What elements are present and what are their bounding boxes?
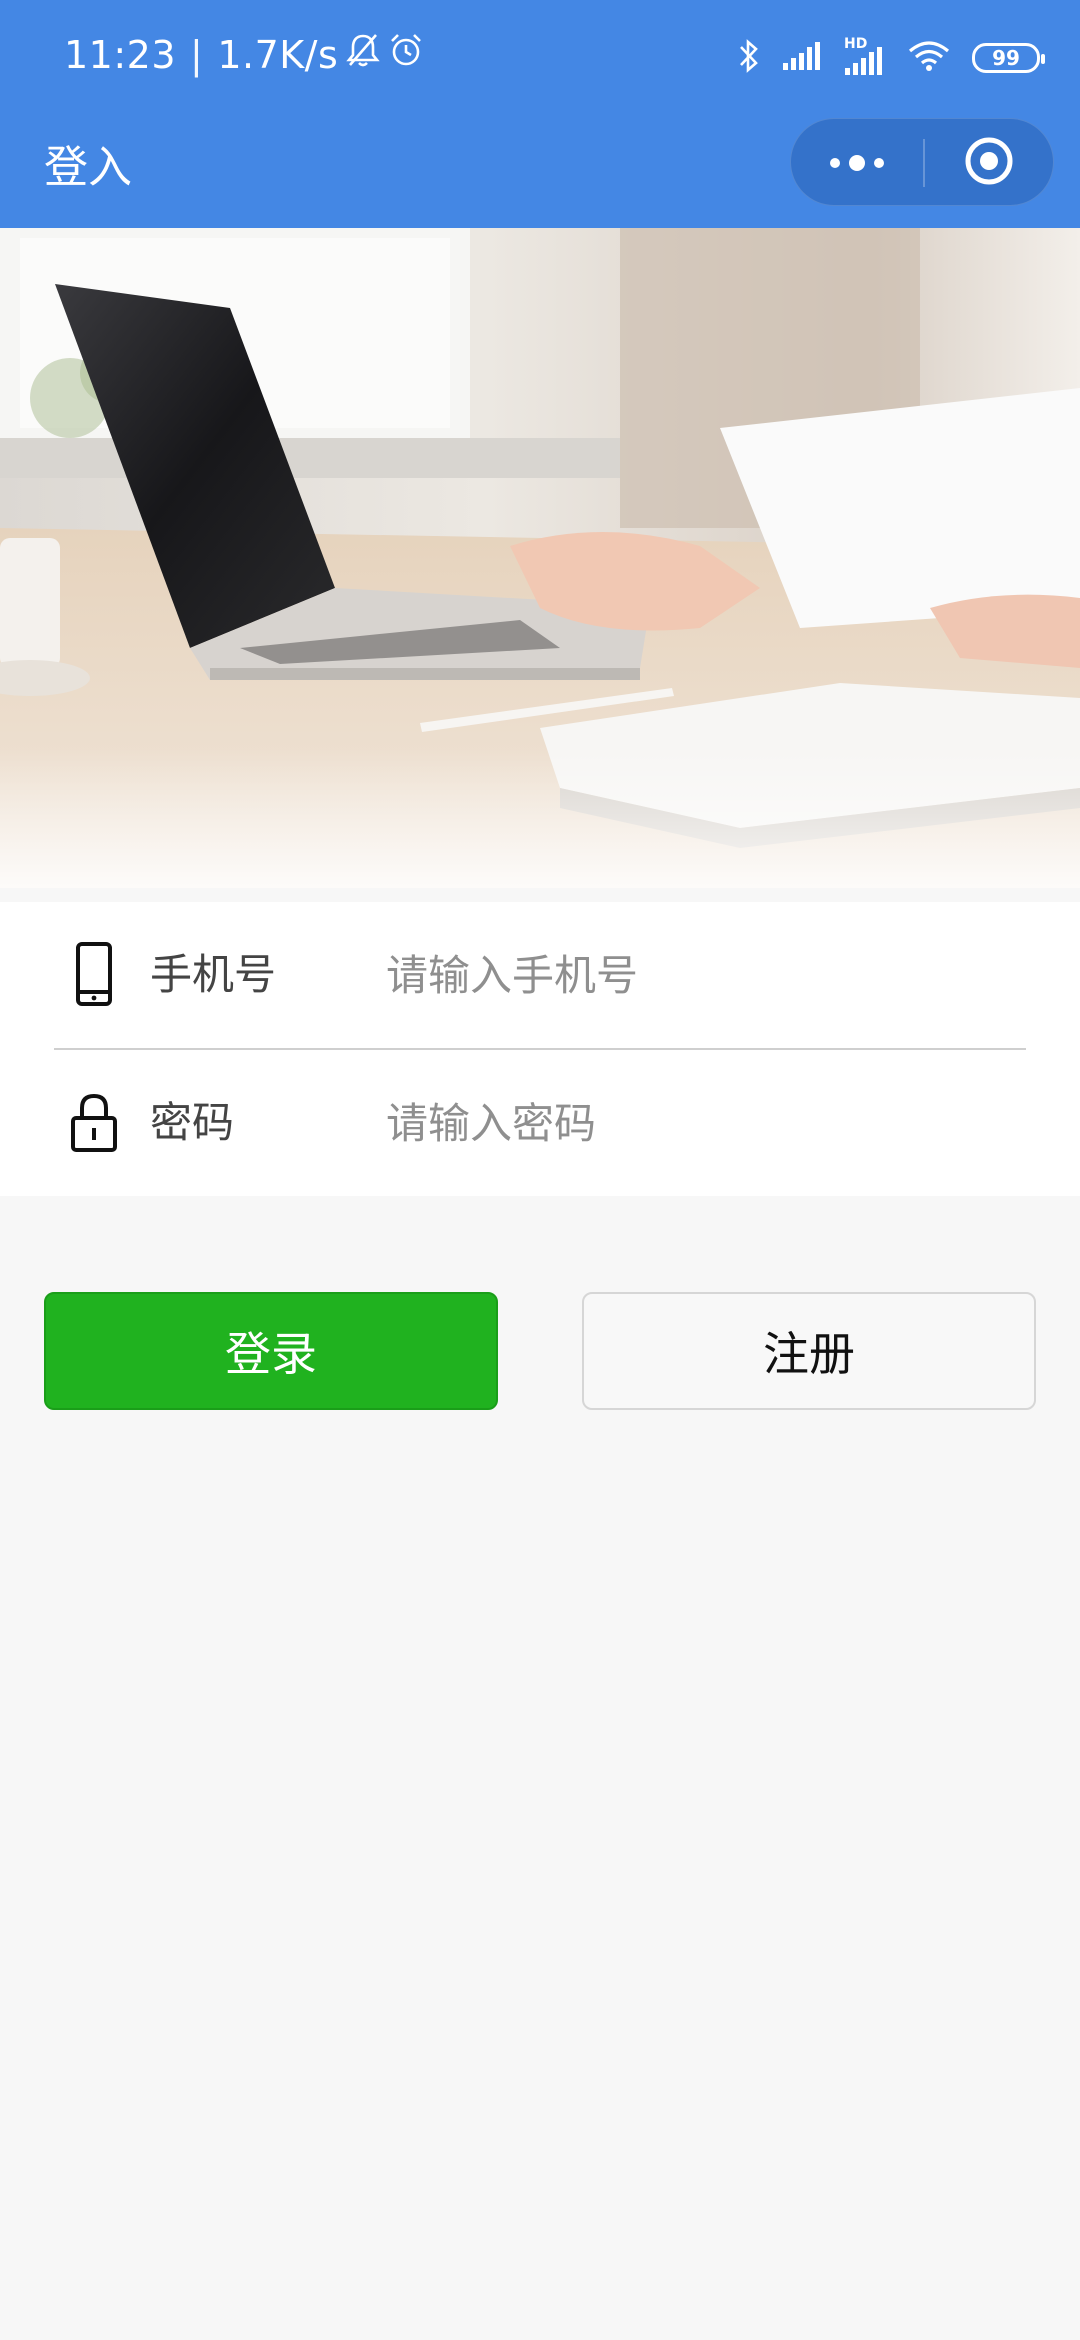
password-row: 密码 xyxy=(0,1050,1080,1196)
more-menu-button[interactable] xyxy=(791,119,923,207)
password-label: 密码 xyxy=(150,1098,235,1147)
battery-indicator: 99 xyxy=(972,43,1045,73)
more-dot-icon xyxy=(830,158,840,168)
mini-program-capsule xyxy=(790,118,1054,206)
phone-label: 手机号 xyxy=(150,950,277,999)
close-mini-program-button[interactable] xyxy=(923,119,1055,207)
header: 11:23 | 1.7K/s HD 99 登入 xyxy=(0,0,1080,228)
more-dot-icon xyxy=(874,158,884,168)
register-button[interactable]: 注册 xyxy=(582,1292,1036,1410)
phone-input[interactable] xyxy=(386,938,1026,1012)
lock-icon xyxy=(64,1090,124,1154)
alarm-clock-icon xyxy=(388,30,424,80)
wifi-icon xyxy=(908,40,950,76)
login-button[interactable]: 登录 xyxy=(44,1292,498,1410)
signal-icon xyxy=(782,41,822,75)
signal-hd-icon: HD xyxy=(844,36,886,76)
password-input[interactable] xyxy=(386,1086,1026,1160)
status-time: 11:23 xyxy=(64,33,177,77)
status-separator: | xyxy=(190,33,204,77)
navigation-bar: 登入 xyxy=(0,116,1080,228)
phone-icon xyxy=(64,942,124,1006)
target-close-icon xyxy=(963,135,1015,191)
network-speed: 1.7K/s xyxy=(217,33,339,77)
status-left: 11:23 | 1.7K/s xyxy=(64,30,424,80)
more-dot-icon xyxy=(849,155,865,171)
laptop-desk-photo xyxy=(0,228,1080,888)
battery-level: 99 xyxy=(992,46,1020,70)
phone-row: 手机号 xyxy=(0,902,1080,1048)
page-title: 登入 xyxy=(44,142,132,193)
status-bar: 11:23 | 1.7K/s HD 99 xyxy=(0,0,1080,116)
login-form: 手机号 密码 xyxy=(0,902,1080,1196)
mute-bell-icon xyxy=(346,30,380,80)
hero-image xyxy=(0,228,1080,888)
status-right: HD 99 xyxy=(738,34,1045,82)
bluetooth-icon xyxy=(738,37,760,79)
